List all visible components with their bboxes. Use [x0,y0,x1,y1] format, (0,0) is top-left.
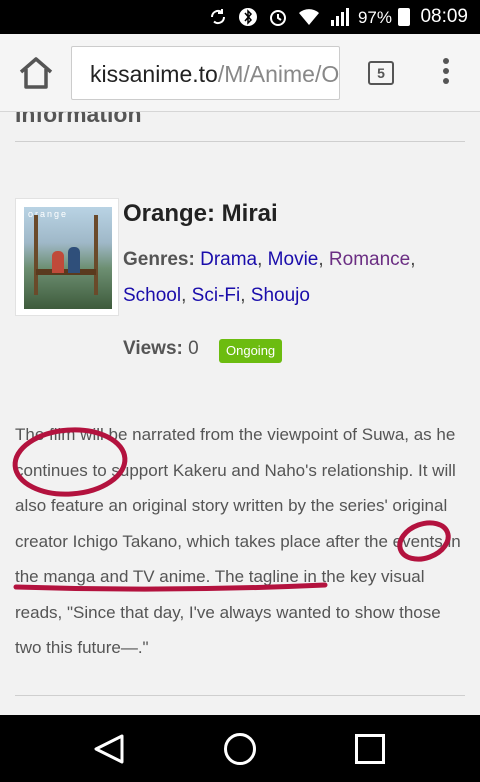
genre-link-drama[interactable]: Drama [200,249,257,270]
signal-icon [331,8,349,26]
page-content: Information orange Orange: Mirai Genres:… [0,112,480,715]
home-nav-icon[interactable] [224,733,256,765]
alarm-icon [270,10,286,26]
genre-link-school[interactable]: School [123,285,181,306]
url-path: /M/Anime/Orange-Mirai [217,61,340,87]
genre-link-romance[interactable]: Romance [329,249,410,270]
views-label: Views: [123,338,183,359]
back-icon[interactable] [92,733,126,765]
genre-link-movie[interactable]: Movie [268,249,319,270]
divider [15,695,465,696]
recent-apps-icon[interactable] [355,734,385,764]
divider [15,141,465,142]
genres-list: Genres: Drama, Movie, Romance, School, S… [123,249,416,306]
anime-title: Orange: Mirai [123,200,278,227]
cover-image[interactable]: orange [15,198,119,316]
status-bar: 97% 08:09 [0,0,480,34]
genre-link-scifi[interactable]: Sci-Fi [192,285,241,306]
description-text: The film will be narrated from the viewp… [15,425,461,657]
views-value: 0 [188,338,199,359]
genres-label: Genres: [123,249,195,270]
home-icon[interactable] [18,56,54,90]
section-title: Information [15,112,142,127]
tab-switcher-button[interactable]: 5 [368,61,394,85]
status-icons [208,7,350,27]
genre-link-shoujo[interactable]: Shoujo [251,285,310,306]
url-host: kissanime.to [90,61,218,87]
wifi-icon [299,9,319,25]
clock-time: 08:09 [420,6,468,27]
browser-toolbar: kissanime.to/M/Anime/Orange-Mirai 5 [0,34,480,112]
system-nav-bar [0,715,480,782]
sync-icon [210,9,226,25]
bluetooth-icon [239,8,257,26]
status-badge: Ongoing [219,339,283,363]
overflow-menu-icon[interactable] [437,58,455,88]
battery-icon [398,8,410,26]
battery-percent: 97% [357,8,392,27]
url-bar[interactable]: kissanime.to/M/Anime/Orange-Mirai [71,46,340,100]
views-count: Views: 0 [123,338,199,360]
